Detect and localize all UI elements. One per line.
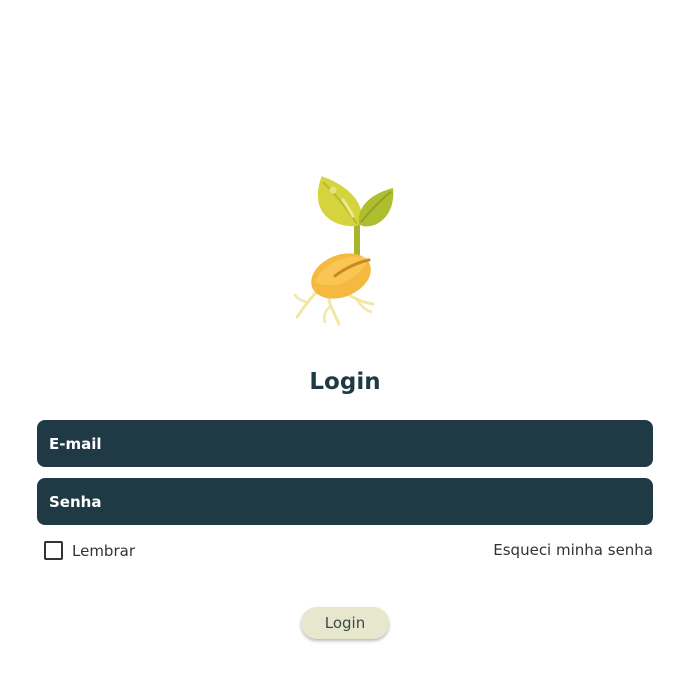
email-field[interactable] — [49, 434, 641, 453]
password-field[interactable] — [49, 492, 641, 511]
email-field-container[interactable] — [37, 420, 653, 467]
remember-label: Lembrar — [72, 541, 135, 560]
login-page: Login Lembrar Esqueci minha senha Login — [0, 0, 690, 675]
remember-checkbox-row[interactable]: Lembrar — [44, 541, 135, 560]
login-button[interactable]: Login — [301, 607, 389, 639]
remember-checkbox[interactable] — [44, 541, 63, 560]
password-field-container[interactable] — [37, 478, 653, 525]
forgot-password-link[interactable]: Esqueci minha senha — [493, 541, 653, 559]
sprout-seed-icon — [293, 176, 394, 326]
page-title: Login — [309, 369, 381, 395]
